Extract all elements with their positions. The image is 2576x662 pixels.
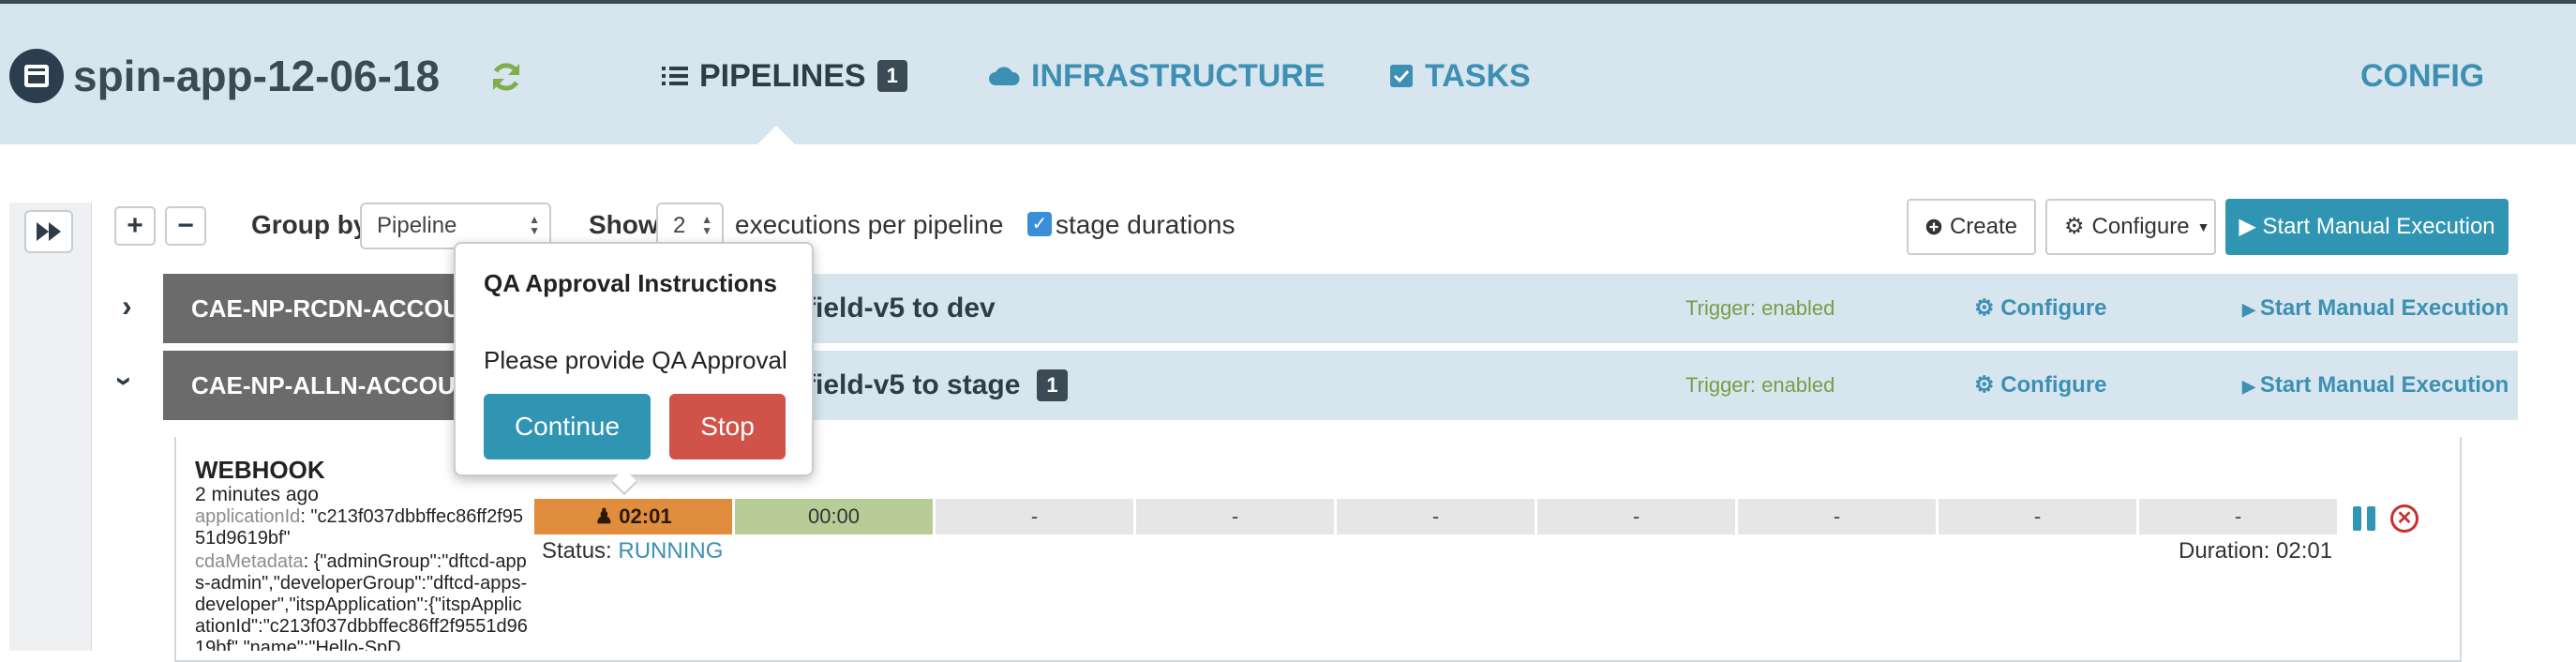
stage-durations-label: stage durations (1056, 210, 1236, 239)
nav-infrastructure[interactable]: INFRASTRUCTURE (988, 54, 1325, 98)
checkbox-icon (1390, 65, 1413, 87)
nav-tasks-label: TASKS (1425, 58, 1531, 94)
execution-param: applicationId: "c213f037dbbffec86ff2f955… (195, 506, 529, 549)
trigger-type: WEBHOOK (195, 456, 325, 484)
pipeline-title: field-v5 to stage 1 (806, 351, 1068, 420)
configure-link-label: Configure (2000, 295, 2107, 321)
app-header: spin-app-12-06-18 PIPELINES 1 INFRASTRUC… (0, 4, 2576, 148)
stage[interactable]: - (1337, 499, 1535, 534)
stage-bar: ♟ 02:01 00:00 - - - - - - - (534, 499, 2337, 534)
execution-time: 2 minutes ago (195, 484, 319, 505)
stage[interactable]: - (936, 499, 1133, 534)
active-tab-indicator (754, 126, 799, 148)
execution-duration: Duration: 02:01 (2179, 538, 2333, 564)
stage[interactable]: - (1738, 499, 1936, 534)
trigger-status: Trigger: enabled (1685, 373, 1835, 397)
refresh-icon[interactable] (487, 58, 525, 96)
create-label: Create (1949, 214, 2017, 239)
running-count-badge: 1 (1037, 369, 1068, 401)
popover-instructions: Please provide QA Approval (484, 346, 787, 374)
stage[interactable]: - (1136, 499, 1334, 534)
start-manual-link-label: Start Manual Execution (2259, 372, 2509, 398)
collapse-all-button[interactable]: − (165, 206, 206, 246)
stage[interactable]: - (1537, 499, 1735, 534)
stage-durations-checkbox[interactable]: ✓ (1027, 212, 1052, 236)
group-by-value: Pipeline (377, 213, 457, 238)
nav-config[interactable]: CONFIG (2360, 54, 2484, 98)
play-icon: ▶ (2242, 377, 2260, 396)
param-key: cdaMetadata (195, 551, 304, 572)
select-arrows-icon: ▲ ▼ (701, 213, 712, 237)
popover-title: QA Approval Instructions (484, 269, 777, 297)
person-icon: ♟ (594, 504, 620, 528)
application-icon (9, 49, 64, 103)
status-label: Status: (542, 538, 619, 564)
app-title: spin-app-12-06-18 (73, 52, 441, 100)
stage-duration: 02:01 (619, 504, 672, 528)
start-manual-execution-button[interactable]: ▶ Start Manual Execution (2225, 199, 2509, 255)
select-arrows-icon: ▲ ▼ (529, 213, 540, 237)
gear-icon: ⚙ (1974, 295, 2001, 321)
pipeline-title-text: field-v5 to dev (806, 293, 996, 323)
param-key: applicationId (195, 506, 301, 527)
cloud-icon (989, 67, 1020, 85)
left-rail (9, 203, 92, 651)
pipeline-title: field-v5 to dev (806, 274, 996, 343)
executions-per-pipeline-label: executions per pipeline (735, 210, 1004, 239)
create-button[interactable]: Create (1907, 199, 2036, 255)
show-label: Show (589, 210, 659, 239)
play-icon: ▶ (2239, 214, 2256, 239)
expand-chevron-icon[interactable]: › (122, 289, 132, 323)
pause-icon[interactable] (2353, 506, 2375, 531)
cancel-icon[interactable]: ✕ (2390, 504, 2419, 533)
fast-forward-icon (37, 222, 61, 241)
configure-link[interactable]: ⚙ Configure (1974, 351, 2107, 420)
stage[interactable]: 00:00 (735, 499, 933, 534)
nav-tasks[interactable]: TASKS (1389, 54, 1531, 98)
execution-status: Status: RUNNING (542, 538, 723, 564)
start-manual-label: Start Manual Execution (2262, 214, 2495, 239)
execution-param: cdaMetadata: {"adminGroup":"dftcd-apps-a… (195, 551, 529, 651)
manual-judgment-popover: QA Approval Instructions Please provide … (454, 242, 814, 496)
nav-infrastructure-label: INFRASTRUCTURE (1031, 58, 1325, 94)
nav-pipelines[interactable]: PIPELINES 1 (662, 54, 907, 98)
plus-circle-icon (1925, 218, 1942, 235)
group-by-label: Group by (251, 210, 368, 239)
pipeline-name: CAE-NP-ALLN-ACCOUNT (163, 351, 454, 420)
status-value: RUNNING (618, 538, 724, 564)
configure-dropdown-button[interactable]: ⚙ Configure ▼ (2045, 199, 2216, 255)
start-manual-link-label: Start Manual Execution (2259, 295, 2509, 321)
nav-config-label: CONFIG (2360, 58, 2485, 94)
list-icon (662, 67, 688, 85)
expand-all-button[interactable]: + (114, 206, 156, 246)
show-count-value: 2 (673, 213, 686, 238)
continue-button[interactable]: Continue (484, 394, 651, 459)
collapse-chevron-icon[interactable]: › (108, 376, 142, 386)
stage[interactable]: - (1939, 499, 2136, 534)
trigger-status: Trigger: enabled (1685, 296, 1835, 320)
start-manual-execution-link[interactable]: ▶ Start Manual Execution (2242, 274, 2509, 344)
stage[interactable]: - (2139, 499, 2337, 534)
caret-down-icon: ▼ (2196, 219, 2210, 234)
play-icon: ▶ (2242, 300, 2260, 319)
configure-label: Configure (2091, 214, 2190, 239)
stop-button[interactable]: Stop (669, 394, 786, 459)
configure-link[interactable]: ⚙ Configure (1974, 274, 2107, 343)
pipeline-title-text: field-v5 to stage (806, 369, 1021, 400)
gear-icon: ⚙ (2064, 214, 2085, 239)
expand-rail-button[interactable] (24, 210, 73, 253)
pipelines-count-badge: 1 (876, 60, 907, 92)
stage-manual-judgment[interactable]: ♟ 02:01 (534, 499, 732, 534)
start-manual-execution-link[interactable]: ▶ Start Manual Execution (2242, 351, 2509, 421)
nav-pipelines-label: PIPELINES (699, 58, 866, 94)
configure-link-label: Configure (2000, 372, 2107, 398)
pipeline-name: CAE-NP-RCDN-ACCOUNT (163, 274, 454, 343)
gear-icon: ⚙ (1974, 372, 2001, 398)
